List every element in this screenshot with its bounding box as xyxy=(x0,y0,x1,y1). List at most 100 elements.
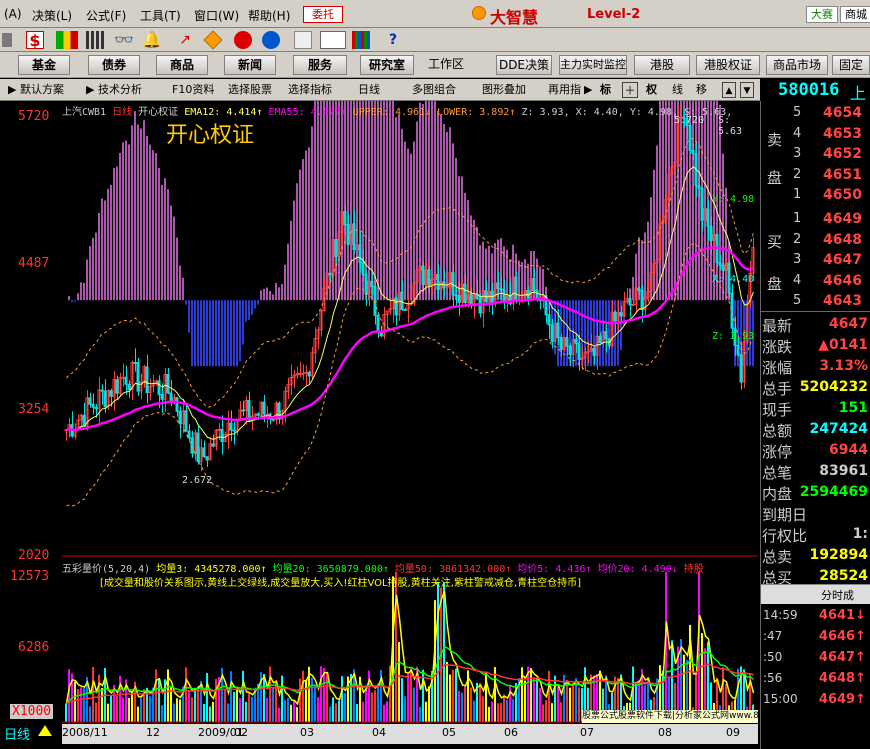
sub-f10[interactable]: F10资料 xyxy=(172,82,214,98)
buy-price[interactable]: 4646 xyxy=(823,273,862,289)
sub-reuse[interactable]: 再用指 xyxy=(548,82,581,98)
vol-hint: [成交量和股价关系图示,黄线上交绿线,成交量放大,买入!红柱VOL持股,黄柱关注… xyxy=(100,578,581,589)
menu-item-tools[interactable]: 工具(T) xyxy=(140,7,181,24)
footer-ad[interactable]: 股票公式股票软件下载|分析家公式网www.88gs.com xyxy=(582,710,758,723)
window-icon[interactable] xyxy=(294,31,312,49)
nav-commodity[interactable]: 商品 xyxy=(156,55,208,75)
volume-bar xyxy=(203,703,205,722)
crosshair-icon[interactable]: ＋ xyxy=(622,82,638,98)
sub-multi-chart[interactable]: 多图组合 xyxy=(412,82,456,98)
sub-daily[interactable]: 日线 xyxy=(358,82,380,98)
macd-bar xyxy=(374,101,376,301)
macd-bar xyxy=(335,101,337,301)
nav-news[interactable]: 新闻 xyxy=(224,55,276,75)
trend-icon[interactable]: ↗ xyxy=(176,31,194,49)
nav-service[interactable]: 服务 xyxy=(293,55,347,75)
macd-bar xyxy=(89,246,91,301)
macd-bar xyxy=(179,265,181,301)
macd-bar xyxy=(293,200,295,301)
candle-body xyxy=(454,294,458,297)
macd-bar xyxy=(119,153,121,301)
menu-item-decision[interactable]: 决策(L) xyxy=(32,7,72,24)
sub-default-scheme-arrow-icon[interactable]: ▶ xyxy=(8,82,16,98)
traffic-light-icon[interactable] xyxy=(56,31,78,49)
macd-bar xyxy=(221,300,223,367)
macd-bar xyxy=(287,243,289,301)
diamond-icon[interactable] xyxy=(203,30,223,50)
red-circle-icon[interactable] xyxy=(234,31,252,49)
nav-bond[interactable]: 债券 xyxy=(88,55,140,75)
candle-body xyxy=(370,280,374,288)
bar-code-icon[interactable] xyxy=(86,31,104,49)
candle-body xyxy=(445,286,449,289)
candle-body xyxy=(298,372,302,375)
volume-bar xyxy=(263,673,265,722)
sub-move[interactable]: 移 xyxy=(696,82,707,98)
sell-price[interactable]: 4653 xyxy=(823,126,862,142)
sub-line[interactable]: 线 xyxy=(672,82,683,98)
buy-price[interactable]: 4647 xyxy=(823,252,862,268)
tab-contest[interactable]: 大赛 xyxy=(806,6,838,23)
macd-bar xyxy=(380,101,382,301)
tab-mall[interactable]: 商城 xyxy=(840,6,870,23)
nav-main-force[interactable]: 主力实时监控 xyxy=(559,55,627,75)
buy-price[interactable]: 4643 xyxy=(823,293,862,309)
sell-price[interactable]: 4651 xyxy=(823,167,862,183)
nav-hk-warrant[interactable]: 港股权证 xyxy=(696,55,760,75)
candle-body xyxy=(619,312,623,317)
bell-icon[interactable]: 🔔 xyxy=(142,31,162,49)
buy-price[interactable]: 4648 xyxy=(823,232,862,248)
nav-workspace[interactable]: 工作区 xyxy=(420,55,472,75)
sub-mark[interactable]: 标 xyxy=(600,82,611,98)
sub-overlay[interactable]: 图形叠加 xyxy=(482,82,526,98)
candle-body xyxy=(358,244,362,263)
volume-bar xyxy=(437,582,439,722)
bottom-period[interactable]: 日线 xyxy=(4,724,30,743)
quote-value: 28524 xyxy=(819,568,868,584)
macd-bar xyxy=(242,300,244,345)
sub-select-indicator[interactable]: 选择指标 xyxy=(288,82,332,98)
menu-item-help[interactable]: 帮助(H) xyxy=(248,7,290,24)
books-icon[interactable] xyxy=(352,31,370,49)
binoculars-icon[interactable]: 👓 xyxy=(114,31,134,49)
sub-weight[interactable]: 权 xyxy=(646,82,657,98)
zoom-out-icon[interactable]: ▼ xyxy=(740,82,754,98)
macd-bar xyxy=(107,188,109,301)
sell-price[interactable]: 4650 xyxy=(823,187,862,203)
sub-tech-analysis[interactable]: 技术分析 xyxy=(98,82,142,98)
sell-price[interactable]: 4654 xyxy=(823,105,862,121)
sub-play-icon[interactable]: ▶ xyxy=(584,82,592,98)
candle-body xyxy=(184,410,188,432)
macd-bar xyxy=(413,141,415,301)
macd-bar xyxy=(101,198,103,301)
volume-bar xyxy=(488,706,490,722)
scroll-up-icon[interactable] xyxy=(38,725,52,736)
nav-fund[interactable]: 基金 xyxy=(18,55,70,75)
nav-hk-stock[interactable]: 港股 xyxy=(634,55,690,75)
buy-price[interactable]: 4649 xyxy=(823,211,862,227)
stock-code-box[interactable]: 580016 上 xyxy=(760,79,870,103)
menu-item-formula[interactable]: 公式(F) xyxy=(86,7,126,24)
nav-fixed[interactable]: 固定 xyxy=(832,55,870,75)
menu-item-a[interactable]: (A) xyxy=(4,7,22,21)
candle-body xyxy=(568,345,572,355)
sub-default-scheme[interactable]: 默认方案 xyxy=(20,82,64,98)
tick-price: 4647↑ xyxy=(818,650,866,665)
help-pointer-icon[interactable]: ? xyxy=(384,31,402,49)
layout-icon[interactable] xyxy=(320,31,346,49)
zoom-in-icon[interactable]: ▲ xyxy=(722,82,736,98)
sub-select-stock[interactable]: 选择股票 xyxy=(228,82,272,98)
blue-circle-icon[interactable] xyxy=(262,31,280,49)
candle-body xyxy=(334,239,338,258)
dollar-icon[interactable]: $ xyxy=(26,31,44,50)
quote-value: 247424 xyxy=(809,421,868,437)
nav-research[interactable]: 研究室 xyxy=(360,55,414,75)
macd-bar xyxy=(389,101,391,301)
sell-price[interactable]: 4652 xyxy=(823,146,862,162)
nav-dde[interactable]: DDE决策 xyxy=(496,55,552,75)
kline-chart[interactable]: 上汽CWB1 日线 开心权证 EMA12: 4.414↑ EMA55: 4.47… xyxy=(62,101,758,723)
menu-item-window[interactable]: 窗口(W) xyxy=(194,7,239,24)
volume-bar xyxy=(101,688,103,722)
nav-commodity-market[interactable]: 商品市场 xyxy=(766,55,828,75)
trade-button[interactable]: 委托 xyxy=(303,6,343,23)
